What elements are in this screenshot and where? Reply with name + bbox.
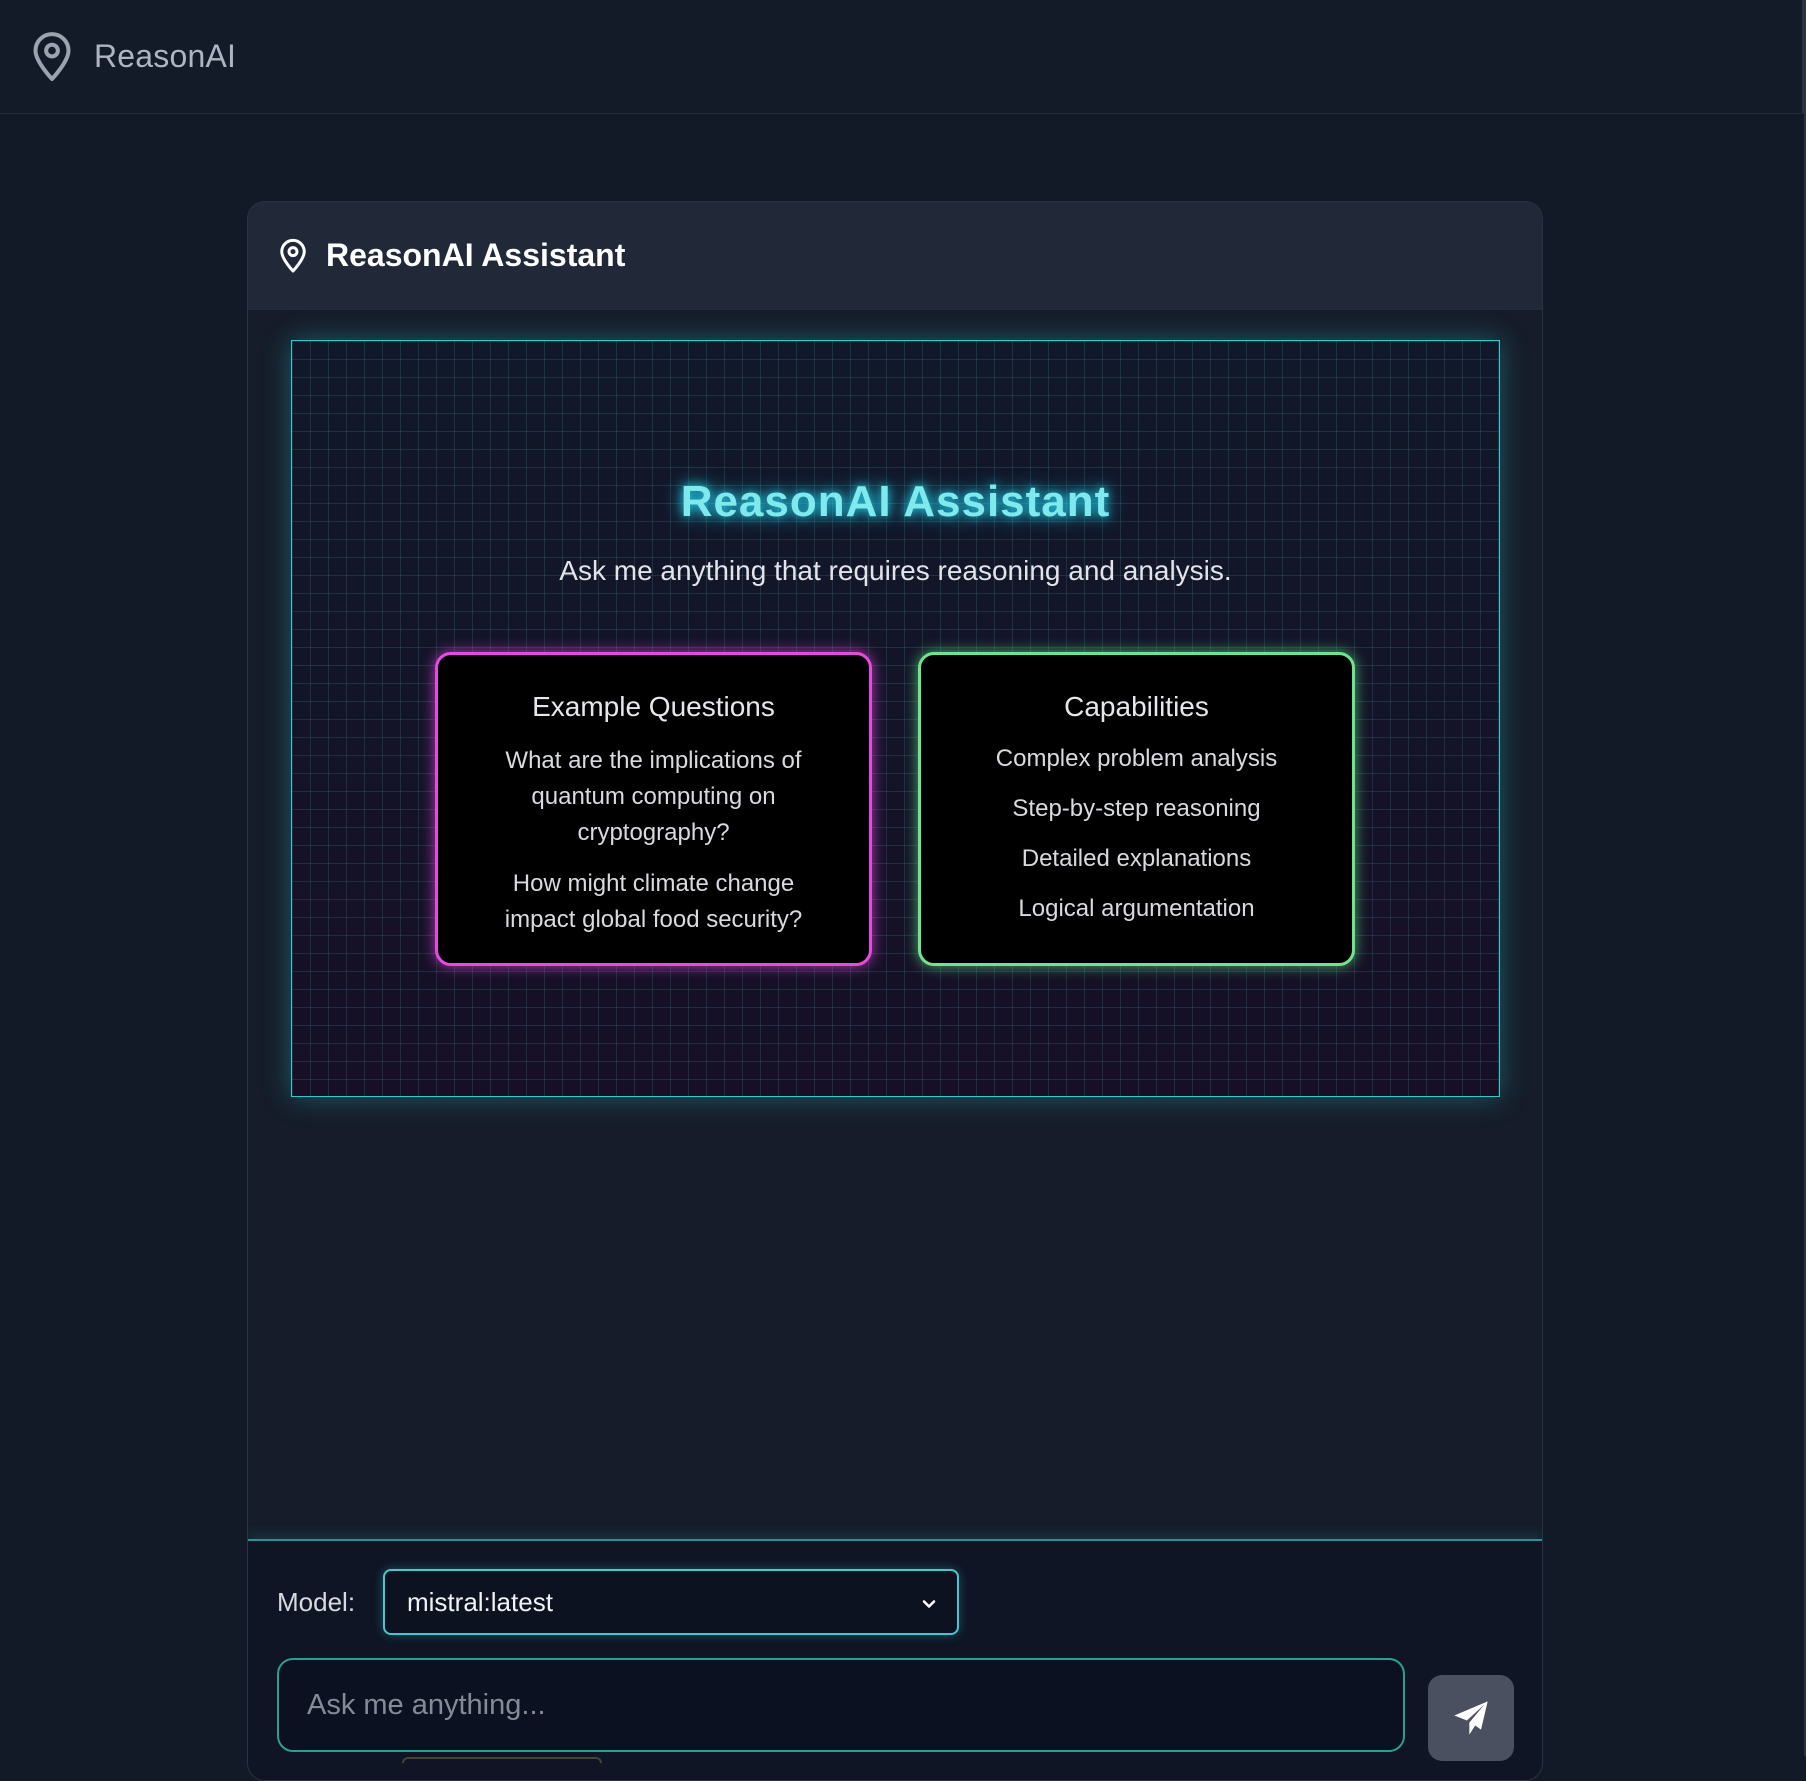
- capability-item: Logical argumentation: [1018, 895, 1255, 922]
- model-selector-row: Model: mistral:latest: [277, 1569, 959, 1635]
- brand-name[interactable]: ReasonAI: [94, 38, 236, 75]
- send-icon: [1454, 1701, 1488, 1735]
- capabilities-panel: Capabilities Complex problem analysis St…: [918, 652, 1355, 966]
- capability-item: Complex problem analysis: [995, 745, 1278, 772]
- map-pin-icon: [280, 238, 306, 272]
- chevron-down-icon: [922, 1600, 936, 1608]
- question-input[interactable]: [277, 1658, 1405, 1752]
- welcome-panel: ReasonAI Assistant Ask me anything that …: [291, 340, 1500, 1097]
- top-navbar: ReasonAI: [0, 0, 1804, 114]
- model-select-value: mistral:latest: [407, 1586, 553, 1617]
- example-questions-panel: Example Questions What are the implicati…: [435, 652, 872, 966]
- welcome-subtitle: Ask me anything that requires reasoning …: [559, 555, 1232, 586]
- assistant-card: ReasonAI Assistant ReasonAI Assistant As…: [247, 201, 1543, 1781]
- scroll-hint-tab: [402, 1757, 602, 1763]
- capability-item: Detailed explanations: [1021, 845, 1252, 872]
- example-question[interactable]: How might climate change impact global f…: [438, 866, 869, 938]
- chat-input-area: Model: mistral:latest: [248, 1539, 1542, 1780]
- send-button[interactable]: [1428, 1675, 1514, 1761]
- welcome-title: ReasonAI Assistant: [680, 477, 1111, 526]
- card-title: ReasonAI Assistant: [326, 237, 626, 273]
- model-select[interactable]: mistral:latest: [383, 1569, 959, 1635]
- model-label: Model:: [277, 1586, 356, 1617]
- capabilities-title: Capabilities: [1064, 691, 1209, 722]
- example-questions-title: Example Questions: [532, 691, 775, 722]
- map-pin-icon[interactable]: [30, 31, 74, 83]
- chat-messages-area[interactable]: ReasonAI Assistant Ask me anything that …: [248, 310, 1542, 1539]
- example-question[interactable]: What are the implications of quantum com…: [438, 743, 869, 851]
- capability-item: Step-by-step reasoning: [1012, 795, 1261, 822]
- card-header: ReasonAI Assistant: [248, 202, 1542, 310]
